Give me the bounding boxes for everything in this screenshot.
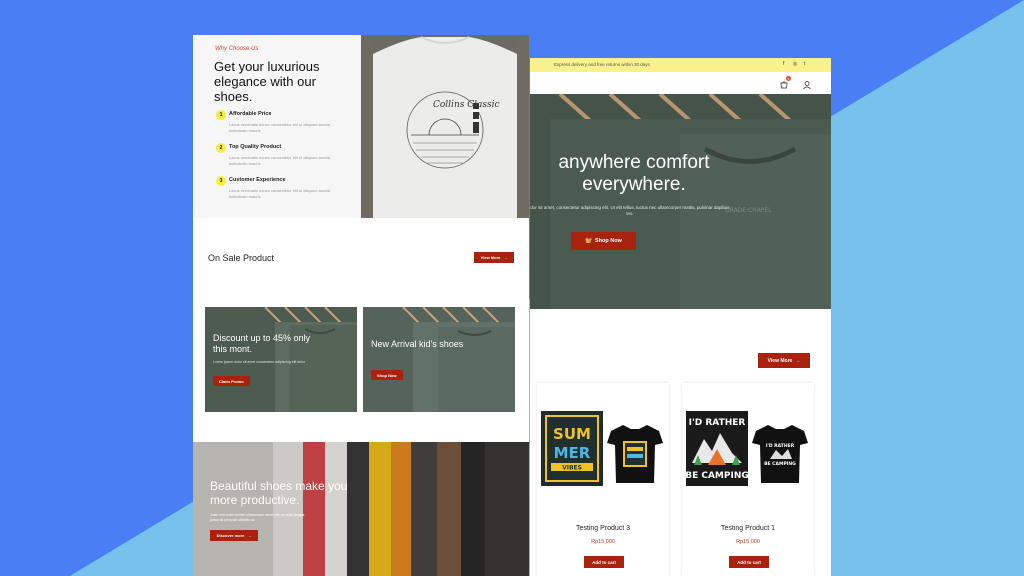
shirt-text: I'D RATHER	[766, 443, 795, 449]
shirt-text: I'D RATHER	[689, 418, 746, 428]
shirt-text: BE CAMPING	[685, 471, 749, 481]
view-more-button[interactable]: View More →	[758, 353, 810, 368]
right-page-preview: Express delivery and free returns within…	[530, 58, 831, 576]
discover-more-label: Discover more	[216, 533, 245, 538]
add-to-cart-button[interactable]: Add to cart	[729, 556, 769, 568]
shirt-text: BE CAMPING	[764, 461, 796, 467]
discover-more-button[interactable]: Discover more →	[210, 530, 258, 541]
feature-title: Affordable Price	[229, 111, 272, 117]
back-shirt-photo: Collins Classic	[361, 35, 529, 218]
hanging-shirts-image	[363, 307, 515, 412]
product-image-camping: I'D RATHER BE CAMPING I'D RATHER BE CAMP…	[685, 411, 808, 486]
feature-number-badge: 3	[216, 176, 226, 186]
svg-text:Collins Classic: Collins Classic	[433, 100, 500, 110]
on-sale-heading: On Sale Product	[208, 253, 275, 263]
promo-title: Discount up to 45% only this mont.	[213, 333, 311, 354]
product-image-summer-vibes: SUM MER VIBES	[541, 411, 663, 486]
view-more-label: View More	[480, 255, 501, 260]
feature-desc: Lacus venenatis donec consectetur elit u…	[229, 155, 330, 166]
shirt-text: VIBES	[562, 465, 582, 472]
promo-card-new-arrival[interactable]: New Arrival kid's shoes Shop Now	[363, 307, 515, 412]
promo-card-discount[interactable]: Discount up to 45% only this mont. Lorem…	[205, 307, 357, 412]
add-to-cart-button[interactable]: Add to cart	[584, 556, 624, 568]
product-card[interactable]: I'D RATHER BE CAMPING I'D RATHER BE CAMP…	[682, 383, 814, 576]
instagram-icon[interactable]: ◎	[793, 61, 797, 67]
cart-icon[interactable]: 0	[779, 76, 791, 89]
hero-title: anywhere comfort everywhere.	[558, 152, 710, 195]
beautiful-desc: Justo sed enim laoreet ullamcorper amet …	[210, 513, 305, 522]
view-more-button[interactable]: View More →	[474, 252, 514, 263]
promo-desc: Lorem ipsum dolor sit amet consectetur a…	[213, 360, 306, 364]
shop-now-button[interactable]: Shop Now	[371, 370, 403, 380]
promo-title: New Arrival kid's shoes	[371, 339, 464, 349]
feature-desc: Lacus venenatis donec consectetur elit u…	[229, 188, 330, 199]
product-price: Rp15,000	[591, 539, 615, 545]
feature-number-badge: 2	[216, 143, 226, 153]
product-name[interactable]: Testing Product 3	[537, 525, 669, 532]
hero-banner: GRADE·CHAPEL anywhere comfort everywhere…	[530, 94, 831, 309]
user-icon[interactable]	[802, 77, 814, 90]
feature-number-badge: 1	[216, 110, 226, 120]
arrow-right-icon: →	[247, 533, 252, 538]
feature-title: Customer Experience	[229, 177, 286, 183]
announcement-text: Express delivery and free returns within…	[554, 62, 650, 67]
feature-title: Top Quality Product	[229, 144, 282, 150]
beautiful-shoes-banner: Beautiful shoes make you more productive…	[193, 442, 529, 576]
why-title: Get your luxurious elegance with our sho…	[214, 59, 320, 104]
left-page-preview: Why Choose Us Get your luxurious eleganc…	[193, 35, 529, 576]
basket-icon: 🧺	[585, 238, 592, 244]
twitter-icon[interactable]: t	[804, 61, 805, 67]
cart-count-badge: 0	[786, 76, 791, 81]
shop-now-label: Shop Now	[594, 238, 622, 244]
clothes-rack-image	[193, 442, 529, 576]
arrow-right-icon: →	[503, 255, 508, 260]
feature-desc: Lacus venenatis donec consectetur elit u…	[229, 122, 330, 133]
why-eyebrow: Why Choose Us	[215, 46, 259, 52]
product-name[interactable]: Testing Product 1	[682, 525, 814, 532]
facebook-icon[interactable]: f	[783, 61, 784, 67]
view-more-label: View More	[767, 357, 793, 364]
hero-desc: dor sit amet, consectetur adipiscing eli…	[530, 205, 730, 216]
hero-shirts-image: GRADE·CHAPEL	[530, 94, 831, 309]
shirt-text: MER	[554, 444, 591, 462]
site-header: 0	[530, 72, 831, 94]
beautiful-title: Beautiful shoes make you more productive…	[210, 479, 348, 507]
product-card[interactable]: SUM MER VIBES Testing Product 3 Rp15,000…	[537, 383, 669, 576]
shop-now-button[interactable]: 🧺 Shop Now	[571, 232, 636, 250]
shirt-text: SUM	[553, 425, 591, 443]
announcement-bar: Express delivery and free returns within…	[530, 58, 831, 72]
why-choose-us-section: Why Choose Us Get your luxurious eleganc…	[193, 35, 361, 218]
arrow-right-icon: →	[795, 357, 801, 364]
product-price: Rp15,000	[736, 539, 760, 545]
claim-promo-button[interactable]: Claim Promo	[213, 376, 250, 386]
